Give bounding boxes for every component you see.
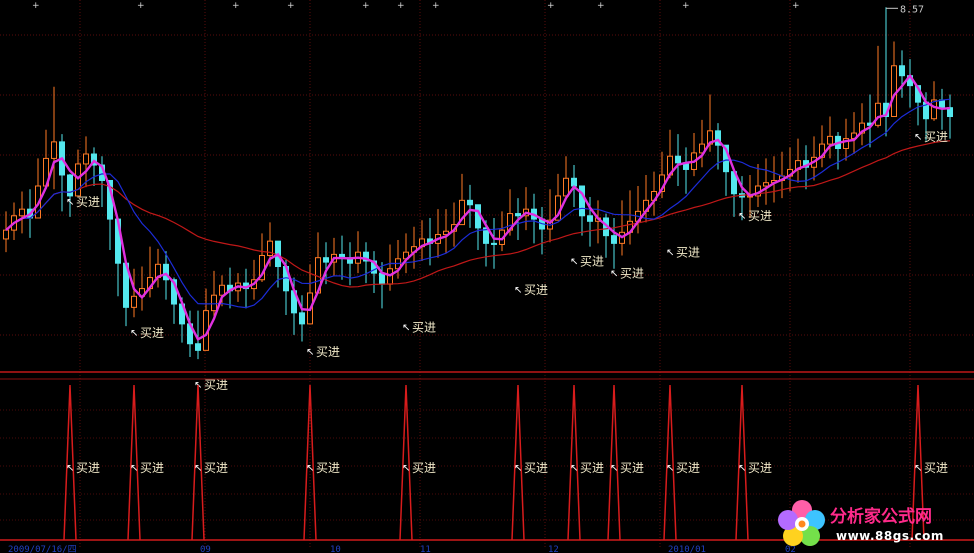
top-tick-mark: + xyxy=(682,1,690,11)
buy-arrow-icon: ↖ xyxy=(738,211,746,222)
buy-arrow-icon: ↖ xyxy=(570,256,578,267)
candle-body xyxy=(827,135,833,145)
buy-signal-label: 买进 xyxy=(140,326,164,340)
buy-arrow-icon: ↖ xyxy=(914,463,922,474)
buy-arrow-icon: ↖ xyxy=(666,463,674,474)
buy-signal-label: 买进 xyxy=(412,321,436,335)
candle-body xyxy=(571,177,577,187)
top-tick-mark: + xyxy=(547,1,555,11)
candle-body xyxy=(195,343,201,351)
watermark-title: 分析家公式网 xyxy=(830,507,932,527)
buy-signal-label: 买进 xyxy=(924,130,948,144)
candle-body xyxy=(219,284,225,296)
indicator-signal-label: 买进 xyxy=(620,461,644,475)
top-tick-mark: + xyxy=(32,1,40,11)
candle-body xyxy=(83,153,89,165)
date-tick-label: 11 xyxy=(420,545,431,553)
candle-body xyxy=(763,182,769,187)
date-tick-label: 12 xyxy=(548,545,559,553)
buy-signal-label: 买进 xyxy=(316,345,340,359)
date-tick-label: 09 xyxy=(200,545,211,553)
top-tick-mark: + xyxy=(287,1,295,11)
candle-body xyxy=(587,215,593,222)
buy-arrow-icon: ↖ xyxy=(66,197,74,208)
top-tick-mark: + xyxy=(232,1,240,11)
date-tick-label: 10 xyxy=(330,545,341,553)
indicator-signal-label: 买进 xyxy=(76,461,100,475)
indicator-signal-label: 买进 xyxy=(748,461,772,475)
buy-signal-label: 买进 xyxy=(204,378,228,392)
max-price-label: 8.57 xyxy=(900,4,924,15)
buy-arrow-icon: ↖ xyxy=(402,463,410,474)
candle-body xyxy=(3,229,9,240)
candle-body xyxy=(491,242,497,245)
candle-body xyxy=(899,65,905,77)
buy-signal-label: 买进 xyxy=(524,283,548,297)
buy-arrow-icon: ↖ xyxy=(306,347,314,358)
top-tick-mark: + xyxy=(397,1,405,11)
buy-signal-label: 买进 xyxy=(580,254,604,268)
candle-body xyxy=(675,155,681,164)
top-tick-mark: + xyxy=(792,1,800,11)
candle-body xyxy=(611,235,617,244)
candle-body xyxy=(891,65,897,118)
date-tick-label: 2009/07/16/四 xyxy=(8,545,77,553)
indicator-signal-label: 买进 xyxy=(676,461,700,475)
indicator-signal-label: 买进 xyxy=(316,461,340,475)
top-tick-mark: + xyxy=(137,1,145,11)
indicator-signal-label: 买进 xyxy=(580,461,604,475)
buy-signal-label: 买进 xyxy=(676,246,700,260)
candle-body xyxy=(131,295,137,308)
stock-chart: + + + + + + + + + + + ↖ 买进↖ 买进↖ 买进↖ 买进↖ 买进↖ 买进↖ 买进↖ 买进↖ 买进↖… xyxy=(0,0,974,553)
buy-arrow-icon: ↖ xyxy=(666,248,674,259)
indicator-signal-label: 买进 xyxy=(924,461,948,475)
candle-body xyxy=(323,257,329,263)
buy-signal-label: 买进 xyxy=(620,267,644,281)
top-tick-mark: + xyxy=(432,1,440,11)
candle-body xyxy=(19,208,25,217)
candle-body xyxy=(51,141,57,159)
buy-signal-label: 买进 xyxy=(76,195,100,209)
candle-body xyxy=(875,102,881,126)
date-tick-label: 2010/01 xyxy=(668,545,706,553)
candle-body xyxy=(563,177,569,197)
flower-logo-icon xyxy=(778,500,825,546)
watermark-url: www.88gs.com xyxy=(836,529,944,543)
buy-arrow-icon: ↖ xyxy=(514,285,522,296)
candle-body xyxy=(467,199,473,206)
buy-arrow-icon: ↖ xyxy=(514,463,522,474)
buy-arrow-icon: ↖ xyxy=(66,463,74,474)
indicator-signal-label: 买进 xyxy=(140,461,164,475)
buy-arrow-icon: ↖ xyxy=(738,463,746,474)
watermark-logo: 分析家公式网 www.88gs.com xyxy=(774,496,970,552)
indicator-signal-label: 买进 xyxy=(412,461,436,475)
buy-arrow-icon: ↖ xyxy=(610,463,618,474)
buy-arrow-icon: ↖ xyxy=(570,463,578,474)
buy-arrow-icon: ↖ xyxy=(130,463,138,474)
buy-arrow-icon: ↖ xyxy=(610,269,618,280)
buy-arrow-icon: ↖ xyxy=(130,328,138,339)
candle-body xyxy=(515,213,521,217)
candle-body xyxy=(299,312,305,325)
buy-arrow-icon: ↖ xyxy=(194,463,202,474)
top-tick-mark: + xyxy=(597,1,605,11)
candle-body xyxy=(75,163,81,197)
candle-body xyxy=(379,272,385,285)
candle-body xyxy=(939,99,945,109)
indicator-signal-label: 买进 xyxy=(204,461,228,475)
buy-arrow-icon: ↖ xyxy=(306,463,314,474)
top-tick-mark: + xyxy=(362,1,370,11)
buy-arrow-icon: ↖ xyxy=(914,132,922,143)
indicator-signal-label: 买进 xyxy=(524,461,548,475)
buy-signal-label: 买进 xyxy=(748,209,772,223)
buy-arrow-icon: ↖ xyxy=(402,323,410,334)
candle-body xyxy=(211,294,217,312)
